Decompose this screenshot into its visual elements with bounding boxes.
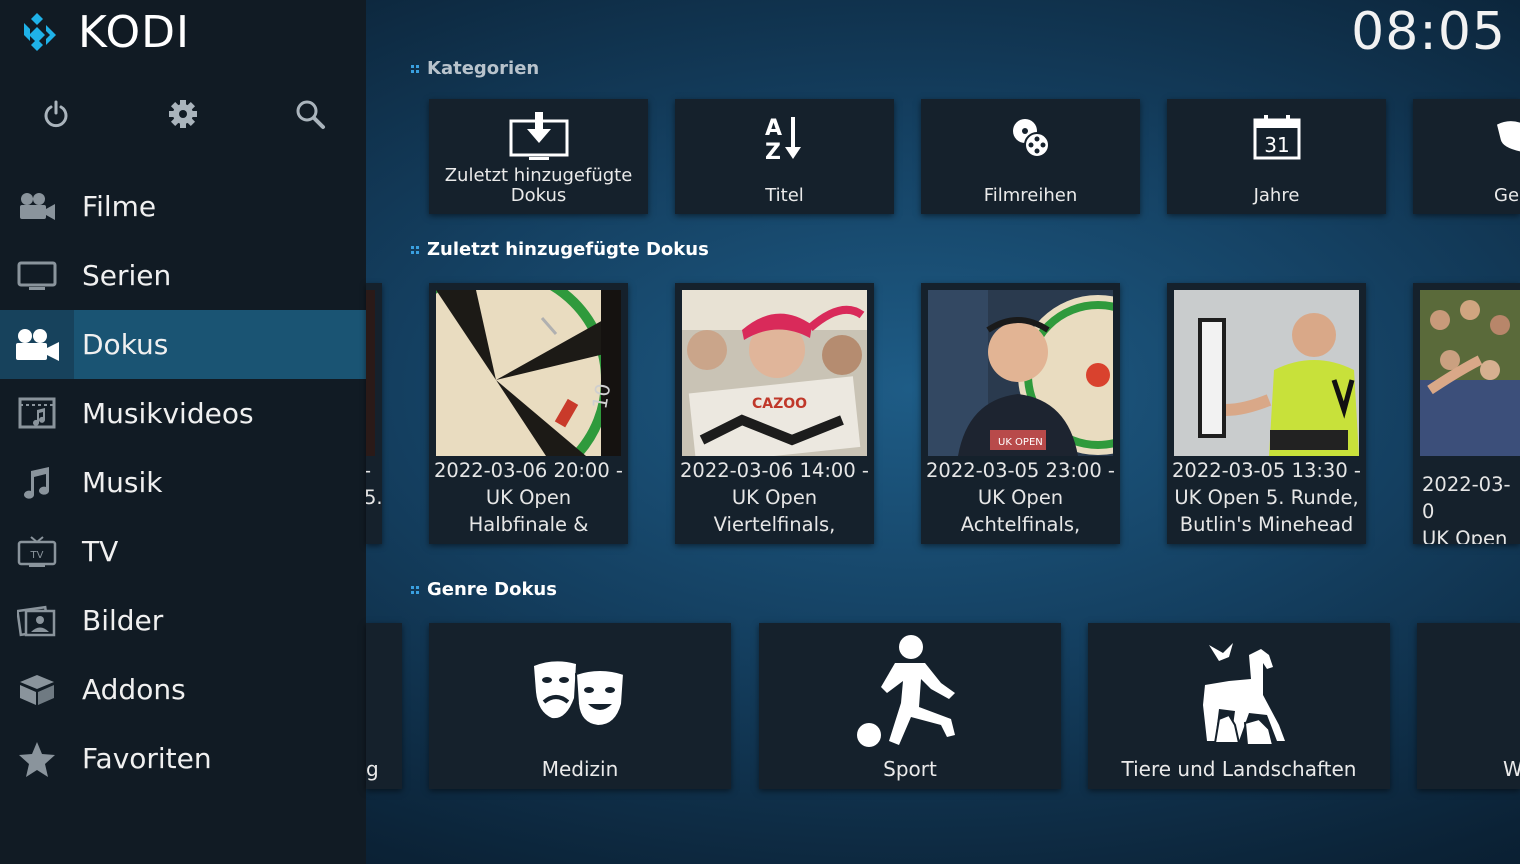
genre-tile-partial-left[interactable]: g: [366, 623, 402, 789]
film-camera-icon: [0, 172, 74, 241]
clock: 08:05: [1351, 2, 1506, 62]
video-thumbnail: [1174, 290, 1359, 456]
video-thumbnail: CAZOO: [682, 290, 867, 456]
video-thumbnail: [366, 290, 375, 456]
menu-item-label: Addons: [82, 673, 186, 706]
genre-tile-sport[interactable]: Sport: [759, 623, 1061, 789]
video-title: 2022-03-06 20:00 - UK Open Halbfinale &: [434, 459, 623, 536]
section-bullet-icon: [411, 64, 419, 73]
genre-label: g: [366, 757, 379, 781]
menu-item-label: Musikvideos: [82, 397, 254, 430]
video-title: 2022-03-06 14:00 - UK Open Viertelfinals…: [680, 459, 869, 536]
video-title: 2022-03-05 23:00 - UK Open Achtelfinals,: [926, 459, 1115, 536]
tv-icon: TV: [0, 517, 74, 586]
film-reels-icon: [921, 111, 1140, 165]
power-icon[interactable]: [34, 92, 78, 136]
menu-item-label: Favoriten: [82, 742, 212, 775]
menu-item-label: Musik: [82, 466, 163, 499]
svg-text:TV: TV: [30, 550, 44, 561]
category-tile-recently-added[interactable]: Zuletzt hinzugefügte Dokus: [429, 99, 648, 214]
top-icons-bar: [0, 92, 366, 136]
video-tile-partial-left[interactable]: - 5.: [366, 283, 382, 544]
category-label: Filmreihen: [983, 185, 1078, 206]
animals-icon: [1088, 629, 1390, 757]
section-header-recent: Zuletzt hinzugefügte Dokus: [411, 239, 709, 260]
video-tile[interactable]: CAZOO 2022-03-06 14:00 - UK Open Viertel…: [675, 283, 874, 544]
category-label: Ge: [1494, 185, 1520, 206]
section-title: Genre Dokus: [427, 579, 557, 600]
recently-added-icon: [429, 111, 648, 165]
menu-item-filme[interactable]: Filme: [0, 172, 366, 241]
theater-masks-icon: [429, 629, 731, 757]
star-icon: [0, 724, 74, 793]
thumbnail-caption: UK OPEN: [998, 437, 1043, 448]
genre-label: W: [1503, 757, 1520, 781]
genre-tile-tiere[interactable]: Tiere und Landschaften: [1088, 623, 1390, 789]
genre-label: Sport: [883, 757, 937, 781]
kodi-logo-icon: [24, 13, 56, 51]
kodi-logo-text: KODI: [78, 6, 190, 58]
video-thumbnail: 10: [436, 290, 621, 456]
section-header-categories: Kategorien: [411, 58, 539, 79]
category-label: Zuletzt hinzugefügte Dokus: [444, 165, 633, 206]
category-label: Titel: [765, 185, 804, 206]
menu-item-label: Dokus: [82, 328, 169, 361]
section-title: Zuletzt hinzugefügte Dokus: [427, 239, 709, 260]
calendar-icon: 31: [1167, 111, 1386, 165]
genre-masks-icon: [1413, 111, 1520, 165]
category-tile-genre[interactable]: Ge: [1413, 99, 1520, 214]
menu-item-bilder[interactable]: Bilder: [0, 586, 366, 655]
genre-label: Tiere und Landschaften: [1121, 757, 1357, 781]
video-tile[interactable]: UK OPEN 2022-03-05 23:00 - UK Open Achte…: [921, 283, 1120, 544]
pictures-icon: [0, 586, 74, 655]
genre-tile-partial-right[interactable]: W: [1417, 623, 1520, 789]
video-title: - 5.: [366, 459, 382, 509]
tv-monitor-icon: [0, 241, 74, 310]
menu-item-label: Serien: [82, 259, 172, 292]
calendar-day: 31: [1264, 133, 1289, 157]
section-title: Kategorien: [427, 58, 540, 79]
video-camera-icon: [0, 310, 74, 379]
menu-item-musik[interactable]: Musik: [0, 448, 366, 517]
category-tile-titel[interactable]: AZ Titel: [675, 99, 894, 214]
menu-item-musikvideos[interactable]: Musikvideos: [0, 379, 366, 448]
menu-item-serien[interactable]: Serien: [0, 241, 366, 310]
music-note-icon: [0, 448, 74, 517]
genre-label: Medizin: [541, 757, 619, 781]
music-video-icon: [0, 379, 74, 448]
section-header-genres: Genre Dokus: [411, 579, 557, 600]
category-tile-jahre[interactable]: 31 Jahre: [1167, 99, 1386, 214]
kodi-logo[interactable]: KODI: [16, 7, 190, 58]
section-bullet-icon: [411, 585, 419, 594]
menu-item-label: Bilder: [82, 604, 164, 637]
svg-text:Z: Z: [765, 140, 781, 163]
menu-item-addons[interactable]: Addons: [0, 655, 366, 724]
soccer-player-icon: [759, 629, 1061, 757]
addons-box-icon: [0, 655, 74, 724]
menu-item-label: Filme: [82, 190, 157, 223]
gear-icon[interactable]: [161, 92, 205, 136]
menu-item-tv[interactable]: TV TV: [0, 517, 366, 586]
video-title: 2022-03-05 13:30 - UK Open 5. Runde, But…: [1172, 459, 1361, 536]
video-tile[interactable]: 2022-03-05 13:30 - UK Open 5. Runde, But…: [1167, 283, 1366, 544]
video-thumbnail: [1420, 290, 1520, 456]
search-icon[interactable]: [288, 92, 332, 136]
video-thumbnail: UK OPEN: [928, 290, 1113, 456]
video-tile-partial-right[interactable]: 2022-03-0 UK Open: [1413, 283, 1520, 544]
video-title: 2022-03-0 UK Open: [1422, 473, 1511, 544]
genre-tile-medizin[interactable]: Medizin: [429, 623, 731, 789]
main-menu: Filme Serien Dokus Musikvideos Musik TV …: [0, 172, 366, 793]
sidebar: KODI Filme Serien Dokus Musikvideos Musi…: [0, 0, 366, 864]
menu-item-label: TV: [82, 535, 119, 568]
menu-item-dokus[interactable]: Dokus: [0, 310, 366, 379]
category-tile-filmreihen[interactable]: Filmreihen: [921, 99, 1140, 214]
section-bullet-icon: [411, 245, 419, 254]
category-label: Jahre: [1253, 185, 1300, 206]
sort-az-icon: AZ: [675, 111, 894, 165]
menu-item-favoriten[interactable]: Favoriten: [0, 724, 366, 793]
svg-text:A: A: [765, 116, 782, 141]
svg-text:10: 10: [587, 382, 615, 411]
thumbnail-caption: CAZOO: [752, 396, 807, 412]
video-tile[interactable]: 10 2022-03-06 20:00 - UK Open Halbfinale…: [429, 283, 628, 544]
